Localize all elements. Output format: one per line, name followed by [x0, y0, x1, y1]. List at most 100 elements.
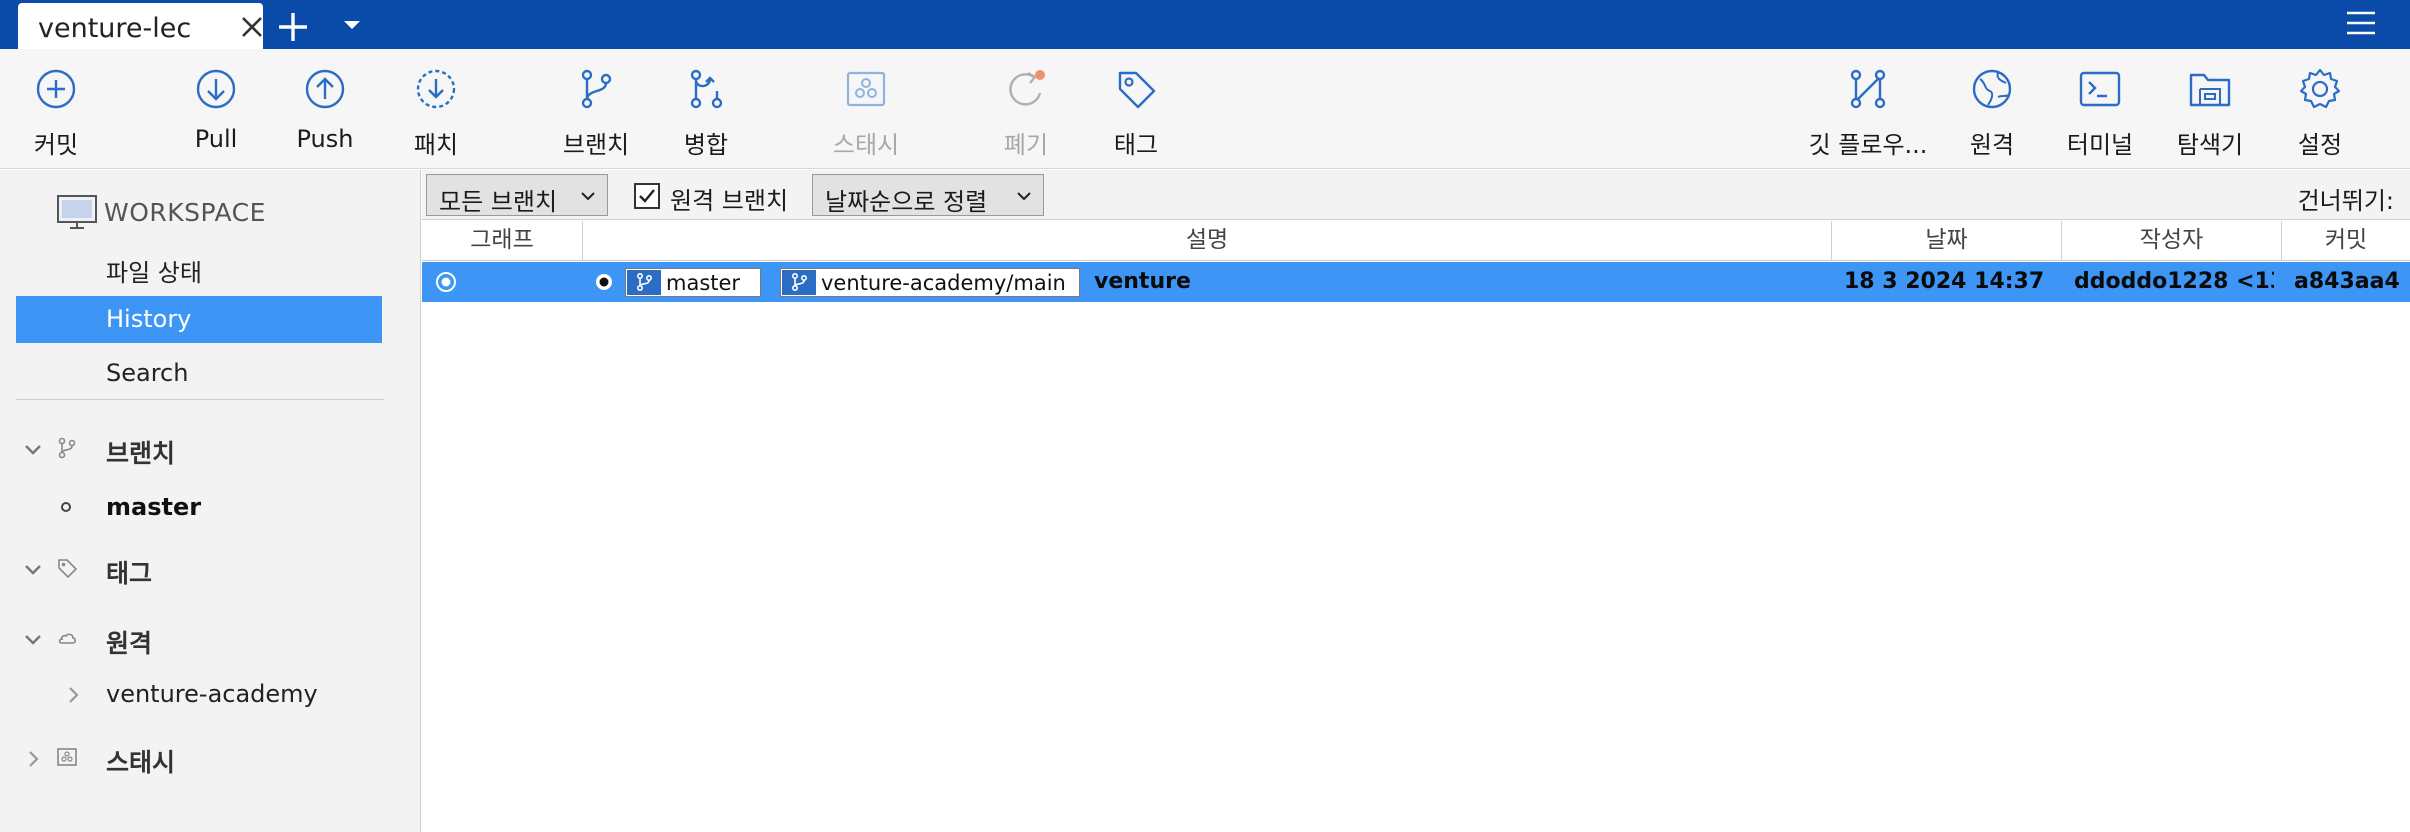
sidebar: WORKSPACE 파일 상태 History Search 브랜치 maste…	[0, 170, 421, 832]
chevron-right-icon[interactable]	[62, 684, 84, 706]
commit-table: 그래프 설명 날짜 작성자 커밋 master venture-academy/…	[422, 221, 2410, 832]
gear-icon	[2299, 68, 2341, 109]
section-branches[interactable]: 브랜치	[106, 434, 175, 470]
merge-icon	[690, 69, 723, 109]
chevron-down-icon	[1017, 192, 1031, 201]
pull-button[interactable]: Pull	[170, 49, 262, 169]
nav-search[interactable]: Search	[106, 359, 188, 387]
discard-button[interactable]: 폐기	[980, 49, 1072, 169]
arrow-up-circle-icon	[305, 69, 345, 109]
branch-ref-label: master	[666, 271, 741, 295]
branch-icon	[627, 270, 661, 295]
chevron-right-icon[interactable]	[22, 748, 44, 770]
column-date[interactable]: 날짜	[1832, 221, 2062, 261]
sidebar-divider	[16, 399, 384, 400]
chevron-down-icon[interactable]	[22, 629, 44, 651]
branch-icon	[782, 270, 816, 295]
tag-icon	[58, 559, 78, 579]
stash-button[interactable]: 스태시	[818, 49, 914, 169]
monitor-icon	[57, 195, 97, 229]
merge-label: 병합	[683, 131, 729, 159]
chevron-down-icon[interactable]	[340, 16, 364, 34]
chevron-down-icon	[581, 192, 595, 201]
menu-icon[interactable]	[2344, 8, 2378, 38]
patch-label: 패치	[413, 131, 459, 159]
folder-icon	[2189, 73, 2231, 107]
column-graph[interactable]: 그래프	[422, 221, 583, 261]
commit-button[interactable]: 커밋	[10, 49, 102, 169]
stash-label: 스태시	[832, 131, 900, 159]
plus-circle-icon	[36, 69, 76, 109]
commit-author: ddoddo1228 <13	[2074, 269, 2274, 294]
branch-icon	[581, 69, 612, 109]
pull-label: Pull	[194, 125, 238, 153]
commit-hash: a843aa4	[2294, 269, 2400, 294]
remote-ref-badge[interactable]: venture-academy/main	[780, 268, 1080, 297]
commit-description: venture	[1094, 269, 1191, 294]
commit-date: 18 3 2024 14:37	[1844, 269, 2045, 294]
branch-button[interactable]: 브랜치	[548, 49, 644, 169]
tag-label: 태그	[1113, 131, 1159, 159]
repo-tab-label: venture-lec	[38, 13, 192, 44]
push-button[interactable]: Push	[279, 49, 371, 169]
checkmark-icon	[639, 189, 655, 203]
remote-button[interactable]: 원격	[1946, 49, 2038, 169]
section-stashes[interactable]: 스태시	[106, 743, 175, 779]
graph-node-icon	[436, 272, 456, 292]
workspace-title: WORKSPACE	[104, 198, 266, 227]
table-header: 그래프 설명 날짜 작성자 커밋	[422, 221, 2410, 261]
branch-icon	[58, 437, 76, 459]
section-remotes[interactable]: 원격	[106, 624, 152, 660]
sort-dropdown[interactable]: 날짜순으로 정렬	[812, 174, 1044, 216]
globe-icon	[1972, 69, 2012, 109]
settings-label: 설정	[2297, 131, 2343, 159]
push-label: Push	[296, 125, 354, 153]
cloud-icon	[58, 633, 77, 644]
nav-file-status[interactable]: 파일 상태	[106, 253, 202, 288]
nav-history-label: History	[106, 305, 192, 333]
add-tab-icon[interactable]	[276, 10, 310, 44]
patch-button[interactable]: 패치	[390, 49, 482, 169]
arrow-down-circle-icon	[196, 69, 236, 109]
merge-button[interactable]: 병합	[660, 49, 752, 169]
column-description[interactable]: 설명	[583, 221, 1832, 261]
branch-dot-icon	[61, 502, 71, 512]
explorer-button[interactable]: 탐색기	[2164, 49, 2256, 169]
chevron-down-icon[interactable]	[22, 439, 44, 461]
section-tags[interactable]: 태그	[106, 554, 152, 590]
stash-icon	[57, 748, 77, 766]
branch-ref-badge[interactable]: master	[625, 268, 761, 297]
git-flow-icon	[1850, 69, 1886, 109]
explorer-label: 탐색기	[2176, 131, 2244, 159]
terminal-label: 터미널	[2066, 131, 2134, 159]
settings-button[interactable]: 설정	[2274, 49, 2366, 169]
tag-button[interactable]: 태그	[1090, 49, 1182, 169]
nav-history[interactable]: History	[16, 296, 382, 343]
remote-ref-label: venture-academy/main	[821, 271, 1066, 295]
remote-item-venture-academy[interactable]: venture-academy	[106, 680, 318, 708]
chevron-down-icon[interactable]	[22, 559, 44, 581]
column-commit[interactable]: 커밋	[2282, 221, 2410, 261]
patch-icon	[416, 69, 456, 109]
table-row[interactable]: master venture-academy/main venture 18 3…	[422, 262, 2410, 302]
branch-label: 브랜치	[562, 131, 630, 159]
git-flow-label: 깃 플로우...	[1808, 131, 1928, 159]
close-icon[interactable]	[240, 15, 264, 39]
discard-label: 폐기	[1003, 131, 1049, 159]
title-bar: venture-lec	[0, 0, 2410, 49]
branch-filter-dropdown[interactable]: 모든 브랜치	[426, 174, 608, 216]
discard-icon	[1009, 70, 1045, 106]
column-author[interactable]: 작성자	[2062, 221, 2282, 261]
remote-branches-checkbox[interactable]	[634, 183, 660, 209]
toolbar: 커밋 Pull Push 패치 브랜치 병합 스태시 폐기 태그 깃 플로우..…	[0, 49, 2410, 169]
remote-branches-label: 원격 브랜치	[670, 187, 789, 215]
remote-label: 원격	[1969, 131, 2015, 159]
terminal-button[interactable]: 터미널	[2054, 49, 2146, 169]
sort-value: 날짜순으로 정렬	[825, 188, 988, 216]
stash-icon	[846, 71, 886, 107]
branch-item-master[interactable]: master	[106, 493, 201, 521]
filter-bar: 모든 브랜치 원격 브랜치 날짜순으로 정렬 건너뛰기:	[422, 170, 2410, 220]
repo-tab[interactable]: venture-lec	[18, 3, 263, 49]
git-flow-button[interactable]: 깃 플로우...	[1800, 49, 1936, 169]
branch-filter-value: 모든 브랜치	[439, 188, 558, 216]
